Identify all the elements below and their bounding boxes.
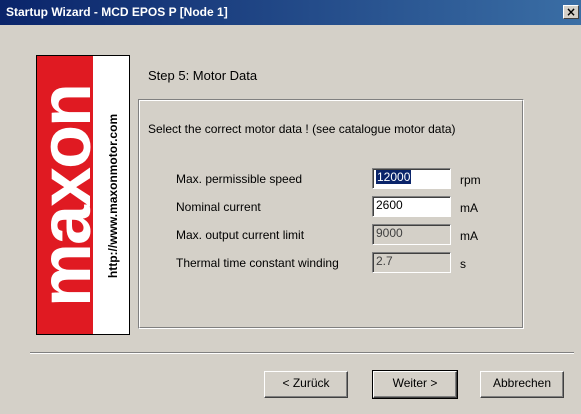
- startup-wizard-window: Startup Wizard - MCD EPOS P [Node 1] × m…: [0, 0, 581, 414]
- max-output-current-field: 9000: [372, 224, 451, 245]
- logo-url-text: http://www.maxonmotor.com: [106, 113, 120, 279]
- maxon-logo: maxon http://www.maxonmotor.com: [36, 55, 130, 335]
- window-title: Startup Wizard - MCD EPOS P [Node 1]: [6, 5, 228, 19]
- instruction-text: Select the correct motor data ! (see cat…: [148, 122, 456, 136]
- nominal-current-unit: mA: [460, 201, 478, 215]
- step-title: Step 5: Motor Data: [148, 68, 258, 83]
- max-speed-label: Max. permissible speed: [176, 172, 303, 186]
- close-button[interactable]: ×: [563, 5, 579, 19]
- cancel-button[interactable]: Abbrechen: [480, 371, 564, 398]
- max-output-current-label: Max. output current limit: [176, 228, 305, 242]
- button-separator: [30, 352, 574, 354]
- max-speed-input[interactable]: 12000: [372, 168, 451, 189]
- thermal-time-constant-label: Thermal time constant winding: [176, 256, 339, 270]
- max-speed-unit: rpm: [460, 173, 481, 187]
- max-output-current-unit: mA: [460, 229, 478, 243]
- title-bar: Startup Wizard - MCD EPOS P [Node 1] ×: [0, 0, 581, 25]
- nominal-current-label: Nominal current: [176, 200, 261, 214]
- next-button[interactable]: Weiter >: [372, 370, 458, 399]
- logo-brand-text: maxon: [36, 84, 106, 308]
- thermal-time-constant-unit: s: [460, 257, 466, 271]
- nominal-current-input[interactable]: 2600: [372, 196, 451, 217]
- max-speed-value: 12000: [376, 170, 412, 184]
- back-button[interactable]: < Zurück: [264, 371, 348, 398]
- close-icon: ×: [565, 5, 577, 19]
- thermal-time-constant-field: 2.7: [372, 252, 451, 273]
